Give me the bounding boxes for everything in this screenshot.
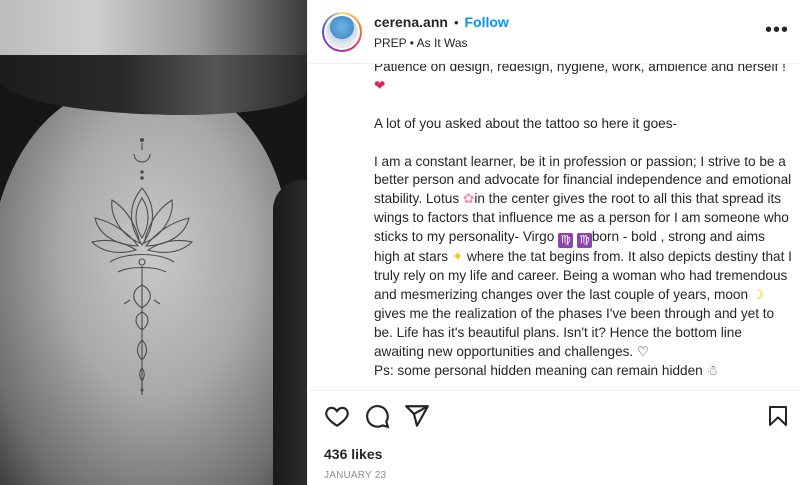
comment-icon[interactable] [364,403,390,429]
moon-icon: ☽ [751,286,764,303]
bookmark-icon[interactable] [766,403,792,429]
caption-ps-text: Ps: some personal hidden meaning can rem… [374,362,703,378]
caption-text-e: gives me the realization of the phases I… [374,305,775,359]
lotus-tattoo-illustration [90,137,194,395]
avatar-image [326,16,358,48]
avatar-ring [324,14,360,50]
caption-ps: Ps: some personal hidden meaning can rem… [374,362,794,381]
lotus-flower-icon: ✿ [462,191,475,208]
post-date[interactable]: JANUARY 23 [324,470,386,481]
follow-button[interactable]: Follow [465,14,509,30]
virgo-icon: ♍ [558,233,574,249]
user-row: cerena.ann • Follow [374,14,509,30]
snowman-icon: ☃ [706,362,719,379]
separator-dot: • [453,14,459,30]
post-detail-panel: cerena.ann • Follow PREP • As It Was •••… [307,0,800,485]
heart-outline-icon: ♡ [637,343,650,360]
caption-paragraph-3: I am a constant learner, be it in profes… [374,153,794,362]
caption-text: Patience on design, redesign, hygiene, w… [374,64,794,380]
share-icon[interactable] [404,403,430,429]
caption-paragraph-1: Patience on design, redesign, hygiene, w… [374,64,794,96]
red-heart-icon: ❤ [374,77,386,94]
sparkles-icon: ✦ [451,249,464,266]
audio-subtitle-link[interactable]: PREP • As It Was [374,36,468,50]
virgo-icon-2: ♍ [576,233,592,249]
caption-scroll-area[interactable]: Patience on design, redesign, hygiene, w… [308,64,800,390]
post-header: cerena.ann • Follow PREP • As It Was ••• [308,0,800,64]
username-link[interactable]: cerena.ann [374,14,448,30]
caption-line-1: Patience on design, redesign, hygiene, w… [374,64,786,74]
caption-paragraph-2: A lot of you asked about the tattoo so h… [374,115,678,131]
post-image[interactable] [0,0,307,485]
avatar[interactable] [322,12,362,52]
post-actions: 436 likes JANUARY 23 [308,390,800,485]
likes-count[interactable]: 436 likes [324,446,382,462]
heart-icon[interactable] [324,403,350,429]
more-options-icon[interactable]: ••• [765,20,788,42]
